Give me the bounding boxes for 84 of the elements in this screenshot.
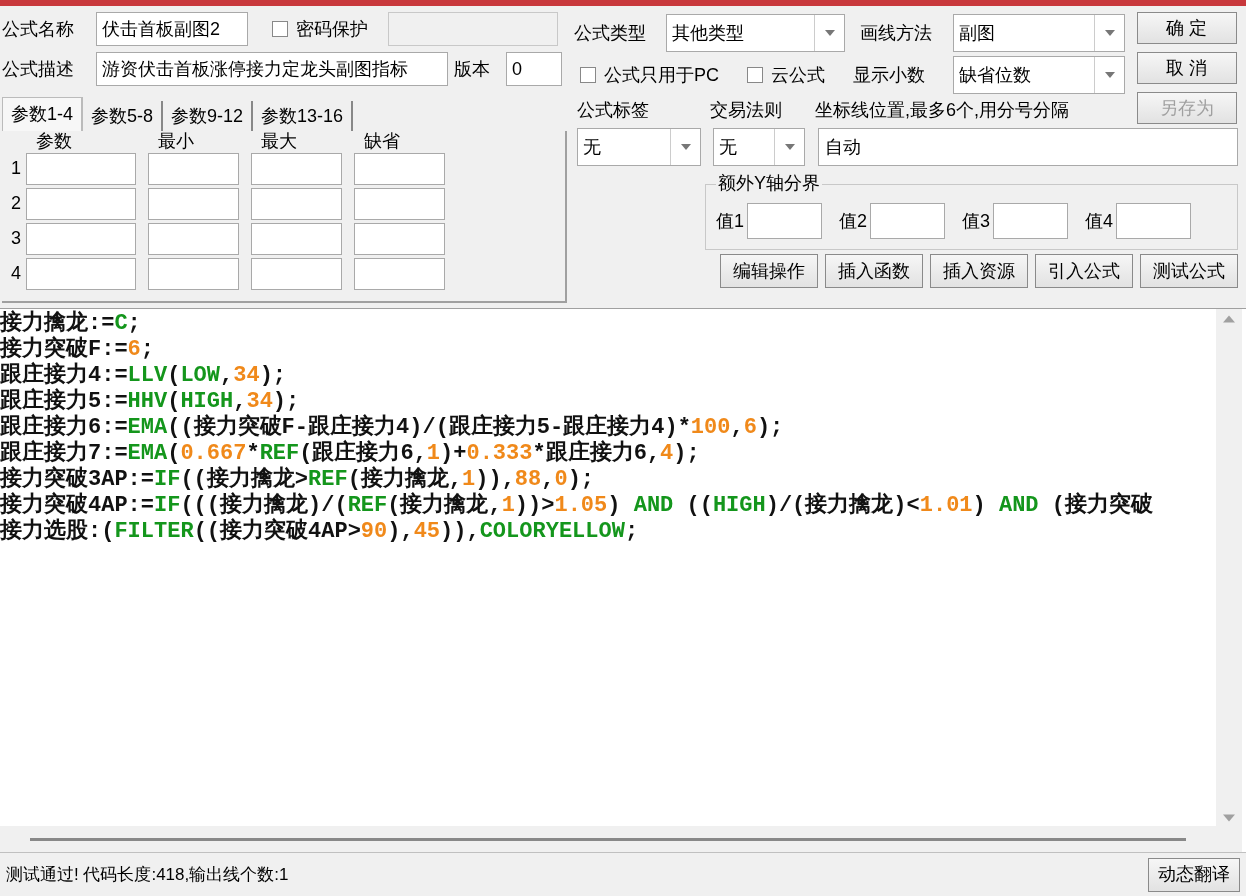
field-label: 公式类型 (574, 21, 647, 45)
field-label: 公式标签 (576, 99, 650, 122)
param-field[interactable] (354, 222, 445, 255)
dropdown[interactable]: 缺省位数 (953, 56, 1125, 94)
param-field[interactable] (251, 222, 342, 255)
value-field[interactable] (993, 203, 1069, 239)
dialog-button[interactable]: 测试公式 (1140, 254, 1238, 288)
version-field[interactable]: 0 (506, 52, 562, 86)
code-line: 接力选股:(FILTER((接力突破4AP>90),45)),COLORYELLOW; (0, 519, 640, 545)
code-line: 跟庄接力6:=EMA((接力突破F-跟庄接力4)/(跟庄接力5-跟庄接力4)*100,6); (0, 415, 785, 440)
field-label: 值3 (962, 209, 991, 233)
checkbox-label: 公式只用于PC (604, 63, 719, 87)
caret-icon (680, 144, 691, 150)
field-label: 公式名称 (2, 17, 75, 41)
param-field[interactable] (26, 257, 136, 290)
dialog-button[interactable]: 插入资源 (930, 254, 1028, 288)
scroll-down-icon[interactable] (1223, 814, 1235, 822)
param-field[interactable] (26, 222, 136, 255)
row-number: 1 (10, 157, 22, 180)
column-header: 参数 (35, 132, 73, 151)
dialog-button[interactable]: 引入公式 (1035, 254, 1133, 288)
param-field[interactable] (26, 187, 136, 220)
password-field[interactable] (388, 12, 558, 46)
field-label: 画线方法 (859, 21, 933, 45)
code-line: 接力擒龙:=C; (0, 311, 142, 336)
row-number: 4 (10, 262, 22, 285)
field-label: 值4 (1085, 209, 1114, 233)
field-label: 显示小数 (853, 63, 926, 87)
caret-icon (784, 144, 795, 150)
param-field[interactable] (354, 152, 445, 185)
param-field[interactable] (251, 187, 342, 220)
dialog-button[interactable]: 编辑操作 (720, 254, 818, 288)
name-field[interactable]: 伏击首板副图2 (96, 12, 248, 46)
column-header: 缺省 (363, 132, 401, 151)
dropdown[interactable]: 无 (713, 128, 805, 166)
param-field[interactable] (354, 257, 445, 290)
param-field[interactable] (148, 222, 239, 255)
dialog-button[interactable]: 确 定 (1137, 12, 1237, 44)
column-header: 最小 (157, 132, 195, 151)
code-line: 接力突破4AP:=IF(((接力擒龙)/(REF(接力擒龙,1))>1.05) AND ((HIGH)/(接力擒龙)<1.01) AND (接力突破 (0, 493, 1154, 518)
checkbox-label: 云公式 (771, 63, 825, 87)
value-field[interactable] (747, 203, 822, 239)
caret-icon (1104, 72, 1115, 78)
checkbox[interactable] (747, 67, 763, 83)
field-label: 公式描述 (2, 57, 75, 81)
dropdown[interactable]: 其他类型 (666, 14, 845, 52)
status-text: 测试通过! 代码长度:418,输出线个数:1 (5, 863, 289, 886)
param-field[interactable] (251, 152, 342, 185)
caret-icon (824, 30, 835, 36)
field-label: 值1 (716, 209, 744, 233)
tab[interactable]: 参数1-4 (2, 97, 83, 131)
dropdown[interactable]: 副图 (953, 14, 1125, 52)
value-field[interactable] (870, 203, 946, 239)
checkbox[interactable] (272, 21, 288, 37)
code-line: 跟庄接力5:=HHV(HIGH,34); (0, 389, 301, 414)
code-line: 跟庄接力7:=EMA(0.667*REF(跟庄接力6,1)+0.333*跟庄接力6,4); (0, 441, 701, 466)
param-field[interactable] (148, 187, 239, 220)
row-number: 3 (10, 227, 22, 250)
field-label: 值2 (839, 209, 868, 233)
caret-icon (1104, 30, 1115, 36)
code-line: 接力突破3AP:=IF((接力擒龙>REF(接力擒龙,1)),88,0); (0, 467, 596, 492)
code-line: 接力突破F:=6; (0, 337, 155, 362)
dropdown[interactable]: 无 (577, 128, 701, 166)
checkbox[interactable] (580, 67, 596, 83)
param-field[interactable] (26, 152, 136, 185)
axis-field[interactable]: 自动 (818, 128, 1238, 166)
dialog-button[interactable]: 动态翻译 (1148, 857, 1240, 892)
value-field[interactable] (1116, 203, 1192, 239)
field-label: 坐标线位置,最多6个,用分号分隔 (815, 99, 1069, 122)
row-number: 2 (10, 192, 22, 215)
field-label: 交易法则 (710, 99, 783, 122)
checkbox-label: 密码保护 (296, 17, 368, 41)
dialog-button[interactable]: 插入函数 (825, 254, 923, 288)
field-label: 版本 (453, 57, 491, 81)
param-field[interactable] (148, 152, 239, 185)
code-line: 跟庄接力4:=LLV(LOW,34); (0, 363, 288, 388)
dialog-button[interactable]: 取 消 (1137, 52, 1237, 84)
param-field[interactable] (148, 257, 239, 290)
param-field[interactable] (354, 187, 445, 220)
group-title: 额外Y轴分界 (716, 172, 822, 194)
param-field[interactable] (251, 257, 342, 290)
column-header: 最大 (260, 132, 298, 151)
description-field[interactable]: 游资伏击首板涨停接力定龙头副图指标 (96, 52, 448, 86)
scroll-up-icon[interactable] (1223, 315, 1235, 323)
